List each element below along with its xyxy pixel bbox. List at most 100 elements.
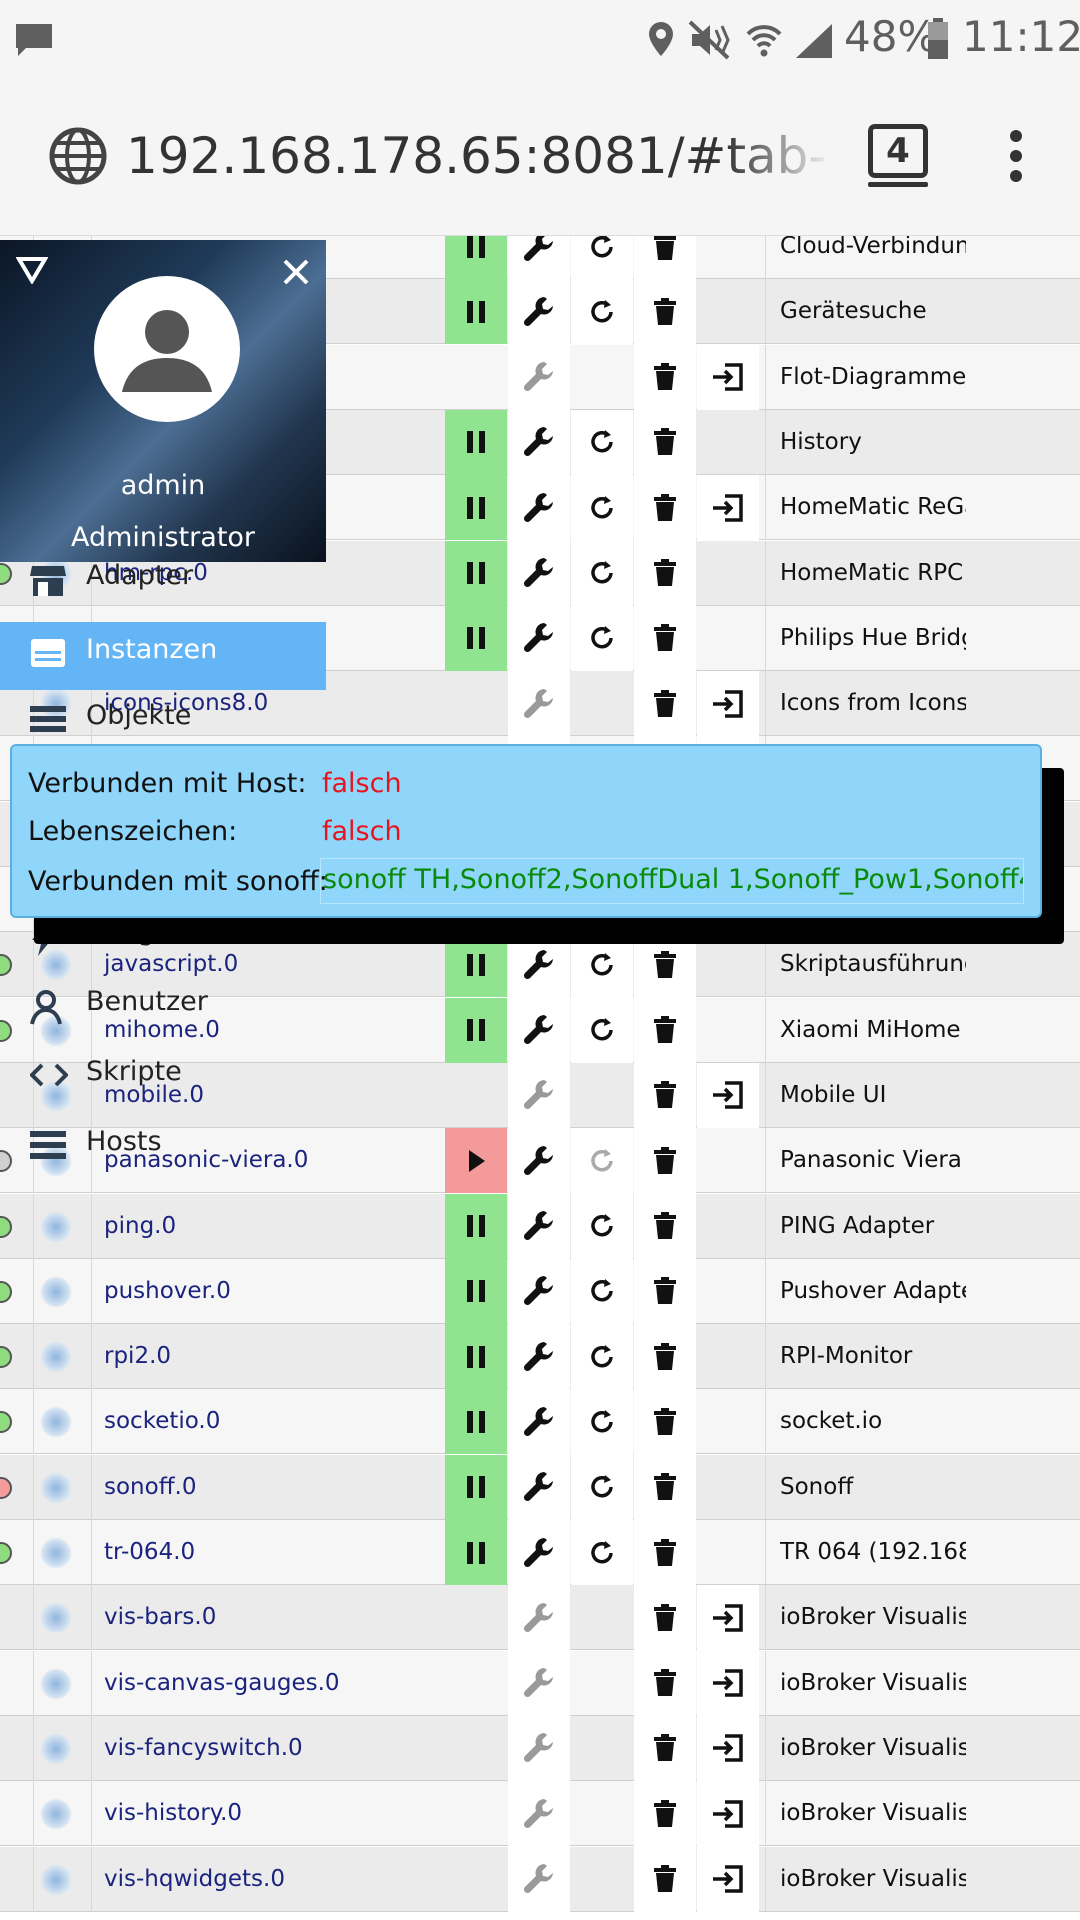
restart-instance-button[interactable] <box>571 279 633 345</box>
open-web-button[interactable] <box>697 1846 759 1912</box>
tab-switcher-button[interactable]: 4 <box>868 124 928 187</box>
delete-instance-button[interactable] <box>634 279 696 345</box>
open-web-button[interactable] <box>697 1062 759 1128</box>
pause-instance-button[interactable] <box>445 1193 507 1259</box>
delete-instance-button[interactable] <box>634 605 696 671</box>
configure-instance-button[interactable] <box>508 1846 570 1912</box>
instance-name[interactable]: ping.0 <box>104 1194 176 1259</box>
sidebar-item-instanzen[interactable]: Instanzen <box>0 622 326 690</box>
delete-instance-button[interactable] <box>634 540 696 606</box>
restart-instance-button[interactable] <box>571 997 633 1063</box>
instance-name[interactable]: vis-hqwidgets.0 <box>104 1847 285 1912</box>
url-field[interactable]: 192.168.178.65:8081/#tab-instances <box>126 124 832 188</box>
configure-instance-button[interactable] <box>508 1128 570 1194</box>
configure-instance-button[interactable] <box>508 344 570 410</box>
instance-name[interactable]: vis-bars.0 <box>104 1585 216 1650</box>
delete-instance-button[interactable] <box>634 1454 696 1520</box>
restart-instance-button[interactable] <box>571 1258 633 1324</box>
configure-instance-button[interactable] <box>508 1715 570 1781</box>
instance-name[interactable]: rpi2.0 <box>104 1324 171 1389</box>
delete-instance-button[interactable] <box>634 344 696 410</box>
restart-instance-button[interactable] <box>571 475 633 541</box>
configure-instance-button[interactable] <box>508 1781 570 1847</box>
sidebar-item-benutzer[interactable]: Benutzer <box>0 974 326 1042</box>
configure-instance-button[interactable] <box>508 1193 570 1259</box>
delete-instance-button[interactable] <box>634 1389 696 1455</box>
pause-instance-button[interactable] <box>445 540 507 606</box>
pause-instance-button[interactable] <box>445 475 507 541</box>
more-options-icon[interactable] <box>1004 130 1028 182</box>
configure-instance-button[interactable] <box>508 1389 570 1455</box>
restart-instance-button[interactable] <box>571 1128 633 1194</box>
delete-instance-button[interactable] <box>634 1715 696 1781</box>
instance-name[interactable]: vis-canvas-gauges.0 <box>104 1651 340 1716</box>
restart-instance-button[interactable] <box>571 1454 633 1520</box>
pause-instance-button[interactable] <box>445 236 507 279</box>
instance-name[interactable]: vis-history.0 <box>104 1781 242 1846</box>
restart-instance-button[interactable] <box>571 1324 633 1390</box>
open-web-button[interactable] <box>697 344 759 410</box>
pause-instance-button[interactable] <box>445 279 507 345</box>
configure-instance-button[interactable] <box>508 1258 570 1324</box>
open-web-button[interactable] <box>697 1715 759 1781</box>
instance-name[interactable]: pushover.0 <box>104 1259 231 1324</box>
instance-name[interactable]: vis-fancyswitch.0 <box>104 1716 303 1781</box>
delete-instance-button[interactable] <box>634 1128 696 1194</box>
pause-instance-button[interactable] <box>445 1520 507 1585</box>
open-web-button[interactable] <box>697 475 759 541</box>
pause-instance-button[interactable] <box>445 997 507 1063</box>
delete-instance-button[interactable] <box>634 997 696 1063</box>
globe-icon[interactable] <box>48 126 108 186</box>
delete-instance-button[interactable] <box>634 236 696 279</box>
delete-instance-button[interactable] <box>634 1650 696 1716</box>
open-web-button[interactable] <box>697 671 759 737</box>
restart-instance-button[interactable] <box>571 409 633 475</box>
delete-instance-button[interactable] <box>634 1781 696 1847</box>
delete-instance-button[interactable] <box>634 409 696 475</box>
pause-instance-button[interactable] <box>445 409 507 475</box>
configure-instance-button[interactable] <box>508 1650 570 1716</box>
pause-instance-button[interactable] <box>445 1324 507 1390</box>
pause-instance-button[interactable] <box>445 1454 507 1520</box>
configure-instance-button[interactable] <box>508 236 570 279</box>
configure-instance-button[interactable] <box>508 1520 570 1585</box>
configure-instance-button[interactable] <box>508 605 570 671</box>
configure-instance-button[interactable] <box>508 1454 570 1520</box>
restart-instance-button[interactable] <box>571 540 633 606</box>
instance-name[interactable]: sonoff.0 <box>104 1455 197 1520</box>
dropdown-triangle-icon[interactable] <box>16 256 48 284</box>
configure-instance-button[interactable] <box>508 1062 570 1128</box>
pause-instance-button[interactable] <box>445 605 507 671</box>
delete-instance-button[interactable] <box>634 1324 696 1390</box>
sidebar-item-adapter[interactable]: Adapter <box>0 548 326 616</box>
restart-instance-button[interactable] <box>571 236 633 279</box>
restart-instance-button[interactable] <box>571 605 633 671</box>
open-web-button[interactable] <box>697 1650 759 1716</box>
configure-instance-button[interactable] <box>508 671 570 737</box>
pause-instance-button[interactable] <box>445 1389 507 1455</box>
restart-instance-button[interactable] <box>571 1389 633 1455</box>
delete-instance-button[interactable] <box>634 671 696 737</box>
instance-name[interactable]: tr-064.0 <box>104 1520 195 1585</box>
start-instance-button[interactable] <box>445 1128 507 1194</box>
configure-instance-button[interactable] <box>508 1585 570 1651</box>
configure-instance-button[interactable] <box>508 1324 570 1390</box>
open-web-button[interactable] <box>697 1781 759 1847</box>
instance-name[interactable]: socketio.0 <box>104 1389 220 1454</box>
restart-instance-button[interactable] <box>571 1520 633 1585</box>
delete-instance-button[interactable] <box>634 1193 696 1259</box>
configure-instance-button[interactable] <box>508 279 570 345</box>
delete-instance-button[interactable] <box>634 1258 696 1324</box>
configure-instance-button[interactable] <box>508 997 570 1063</box>
delete-instance-button[interactable] <box>634 1846 696 1912</box>
delete-instance-button[interactable] <box>634 1585 696 1651</box>
close-icon[interactable] <box>282 258 310 286</box>
configure-instance-button[interactable] <box>508 409 570 475</box>
pause-instance-button[interactable] <box>445 1258 507 1324</box>
restart-instance-button[interactable] <box>571 1193 633 1259</box>
delete-instance-button[interactable] <box>634 1520 696 1585</box>
sidebar-item-hosts[interactable]: Hosts <box>0 1114 326 1182</box>
open-web-button[interactable] <box>697 1585 759 1651</box>
delete-instance-button[interactable] <box>634 1062 696 1128</box>
sidebar-item-skripte[interactable]: Skripte <box>0 1044 326 1112</box>
